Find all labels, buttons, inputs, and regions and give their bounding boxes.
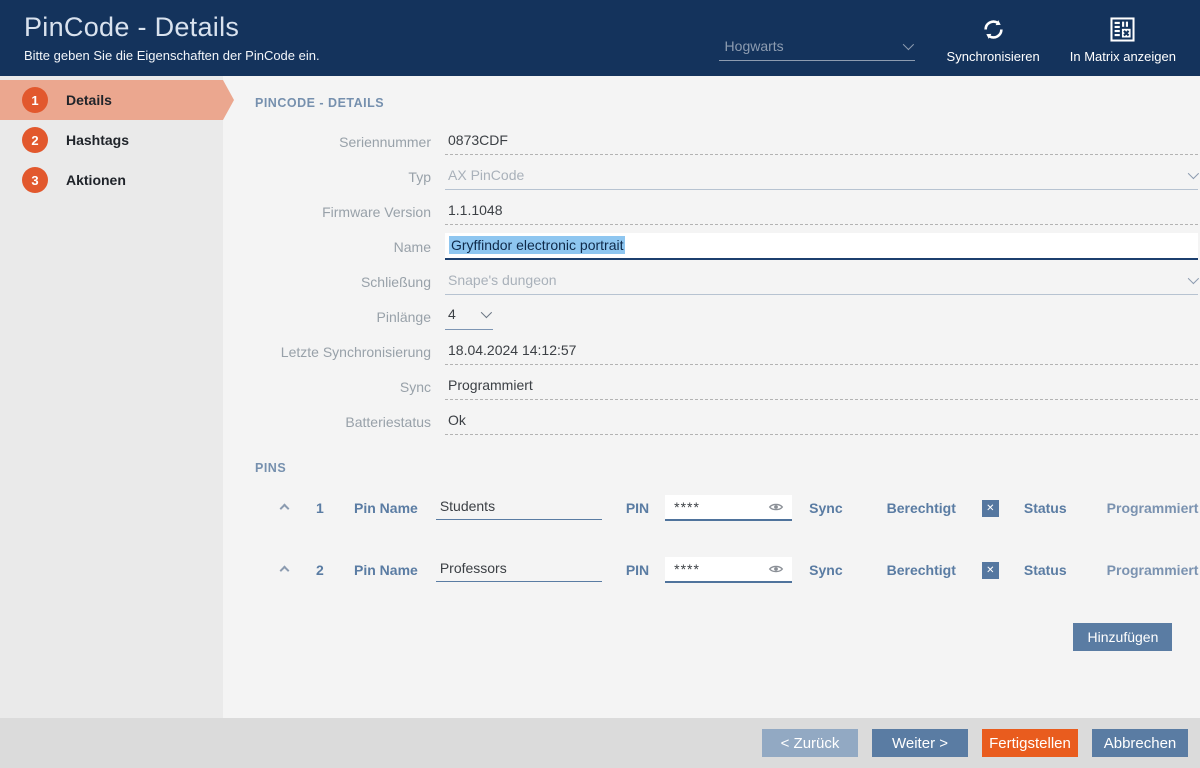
batteriestatus-value: Ok: [445, 409, 1198, 435]
sync-label: Sync: [809, 500, 842, 516]
show-pin-eye-icon[interactable]: [768, 561, 784, 577]
field-value: AX PinCode: [448, 167, 524, 183]
field-value: Snape's dungeon: [448, 272, 557, 288]
pin-name-label: Pin Name: [354, 500, 418, 516]
page-subtitle: Bitte geben Sie die Eigenschaften der Pi…: [24, 48, 719, 63]
cancel-button[interactable]: Abbrechen: [1092, 729, 1188, 757]
step-number-badge: 3: [22, 167, 48, 193]
locking-system-select[interactable]: Hogwarts: [719, 36, 915, 61]
berechtigt-checkbox[interactable]: ✕: [982, 500, 999, 517]
field-typ: Typ AX PinCode: [255, 159, 1198, 194]
sidebar-item-label: Hashtags: [66, 132, 129, 148]
sync-icon: [980, 14, 1007, 44]
berechtigt-checkbox[interactable]: ✕: [982, 562, 999, 579]
synchronize-label: Synchronisieren: [947, 49, 1040, 64]
field-label: Pinlänge: [255, 309, 431, 325]
add-pin-button[interactable]: Hinzufügen: [1073, 623, 1172, 651]
show-pin-eye-icon[interactable]: [768, 499, 784, 515]
sidebar-item-aktionen[interactable]: 3 Aktionen: [0, 160, 223, 200]
chevron-down-icon: [1188, 272, 1199, 283]
seriennummer-value: 0873CDF: [445, 129, 1198, 155]
field-value: 4: [448, 306, 456, 322]
pin-name-label: Pin Name: [354, 562, 418, 578]
pin-status-value: Programmiert: [1107, 500, 1199, 516]
step-number-badge: 2: [22, 127, 48, 153]
typ-dropdown[interactable]: AX PinCode: [445, 164, 1198, 190]
field-name: Name Gryffindor electronic portrait: [255, 229, 1198, 264]
title-bar: PinCode - Details Bitte geben Sie die Ei…: [0, 0, 1200, 76]
field-sync: Sync Programmiert: [255, 369, 1198, 404]
sync-value: Programmiert: [445, 374, 1198, 400]
field-pinlaenge: Pinlänge 4: [255, 299, 1198, 334]
show-in-matrix-label: In Matrix anzeigen: [1070, 49, 1176, 64]
field-value: 18.04.2024 14:12:57: [448, 342, 576, 358]
show-in-matrix-button[interactable]: In Matrix anzeigen: [1060, 8, 1186, 68]
field-batteriestatus: Batteriestatus Ok: [255, 404, 1198, 439]
collapse-row-icon[interactable]: [281, 567, 288, 574]
field-label: Name: [255, 239, 431, 255]
collapse-row-icon[interactable]: [281, 505, 288, 512]
field-schliessung: Schließung Snape's dungeon: [255, 264, 1198, 299]
pin-name-input[interactable]: Students: [436, 496, 602, 520]
pin-status-value: Programmiert: [1107, 562, 1199, 578]
sidebar-item-label: Aktionen: [66, 172, 126, 188]
selected-text: Gryffindor electronic portrait: [449, 236, 625, 254]
field-label: Letzte Synchronisierung: [255, 344, 431, 360]
finish-button[interactable]: Fertigstellen: [982, 729, 1078, 757]
berechtigt-label: Berechtigt: [887, 500, 956, 516]
status-label: Status: [1024, 562, 1067, 578]
details-panel: PINCODE - DETAILS Seriennummer 0873CDF T…: [223, 76, 1200, 718]
sidebar-item-hashtags[interactable]: 2 Hashtags: [0, 120, 223, 160]
pin-label: PIN: [626, 562, 649, 578]
page-title: PinCode - Details: [24, 12, 719, 43]
pin-row-2: 2 Pin Name Professors PIN **** Sync Bere…: [255, 555, 1198, 585]
field-value: Programmiert: [448, 377, 533, 393]
pin-number: 2: [316, 562, 330, 578]
wizard-footer: < Zurück Weiter > Fertigstellen Abbreche…: [0, 718, 1200, 768]
pin-masked-value: ****: [674, 499, 700, 515]
schliessung-dropdown[interactable]: Snape's dungeon: [445, 269, 1198, 295]
pin-value-input[interactable]: ****: [665, 557, 792, 583]
step-number-badge: 1: [22, 87, 48, 113]
pin-label: PIN: [626, 500, 649, 516]
matrix-icon: [1109, 14, 1136, 44]
next-button[interactable]: Weiter >: [872, 729, 968, 757]
chevron-down-icon: [1188, 167, 1199, 178]
field-value: 0873CDF: [448, 132, 508, 148]
field-value: 1.1.1048: [448, 202, 503, 218]
field-label: Typ: [255, 169, 431, 185]
firmware-version-value: 1.1.1048: [445, 199, 1198, 225]
field-letzte-synchronisierung: Letzte Synchronisierung 18.04.2024 14:12…: [255, 334, 1198, 369]
pin-number: 1: [316, 500, 330, 516]
wizard-steps-sidebar: 1 Details 2 Hashtags 3 Aktionen: [0, 76, 223, 718]
pin-value-input[interactable]: ****: [665, 495, 792, 521]
section-title-pins: PINS: [255, 461, 1198, 475]
chevron-down-icon: [481, 307, 492, 318]
pin-name-input[interactable]: Professors: [436, 558, 602, 582]
letzte-synchronisierung-value: 18.04.2024 14:12:57: [445, 339, 1198, 365]
synchronize-button[interactable]: Synchronisieren: [937, 8, 1050, 68]
sidebar-item-label: Details: [66, 92, 112, 108]
field-firmware-version: Firmware Version 1.1.1048: [255, 194, 1198, 229]
section-title-pincode-details: PINCODE - DETAILS: [255, 96, 1198, 110]
sync-label: Sync: [809, 562, 842, 578]
name-input[interactable]: Gryffindor electronic portrait: [445, 233, 1198, 260]
field-label: Batteriestatus: [255, 414, 431, 430]
field-label: Sync: [255, 379, 431, 395]
pin-row-1: 1 Pin Name Students PIN **** Sync Berech…: [255, 493, 1198, 523]
field-label: Firmware Version: [255, 204, 431, 220]
field-value: Ok: [448, 412, 466, 428]
pinlaenge-dropdown[interactable]: 4: [445, 303, 493, 330]
chevron-down-icon: [902, 38, 913, 49]
berechtigt-label: Berechtigt: [887, 562, 956, 578]
back-button[interactable]: < Zurück: [762, 729, 858, 757]
field-label: Seriennummer: [255, 134, 431, 150]
field-seriennummer: Seriennummer 0873CDF: [255, 124, 1198, 159]
pin-masked-value: ****: [674, 561, 700, 577]
status-label: Status: [1024, 500, 1067, 516]
locking-system-value: Hogwarts: [725, 38, 784, 54]
field-label: Schließung: [255, 274, 431, 290]
sidebar-item-details[interactable]: 1 Details: [0, 80, 223, 120]
